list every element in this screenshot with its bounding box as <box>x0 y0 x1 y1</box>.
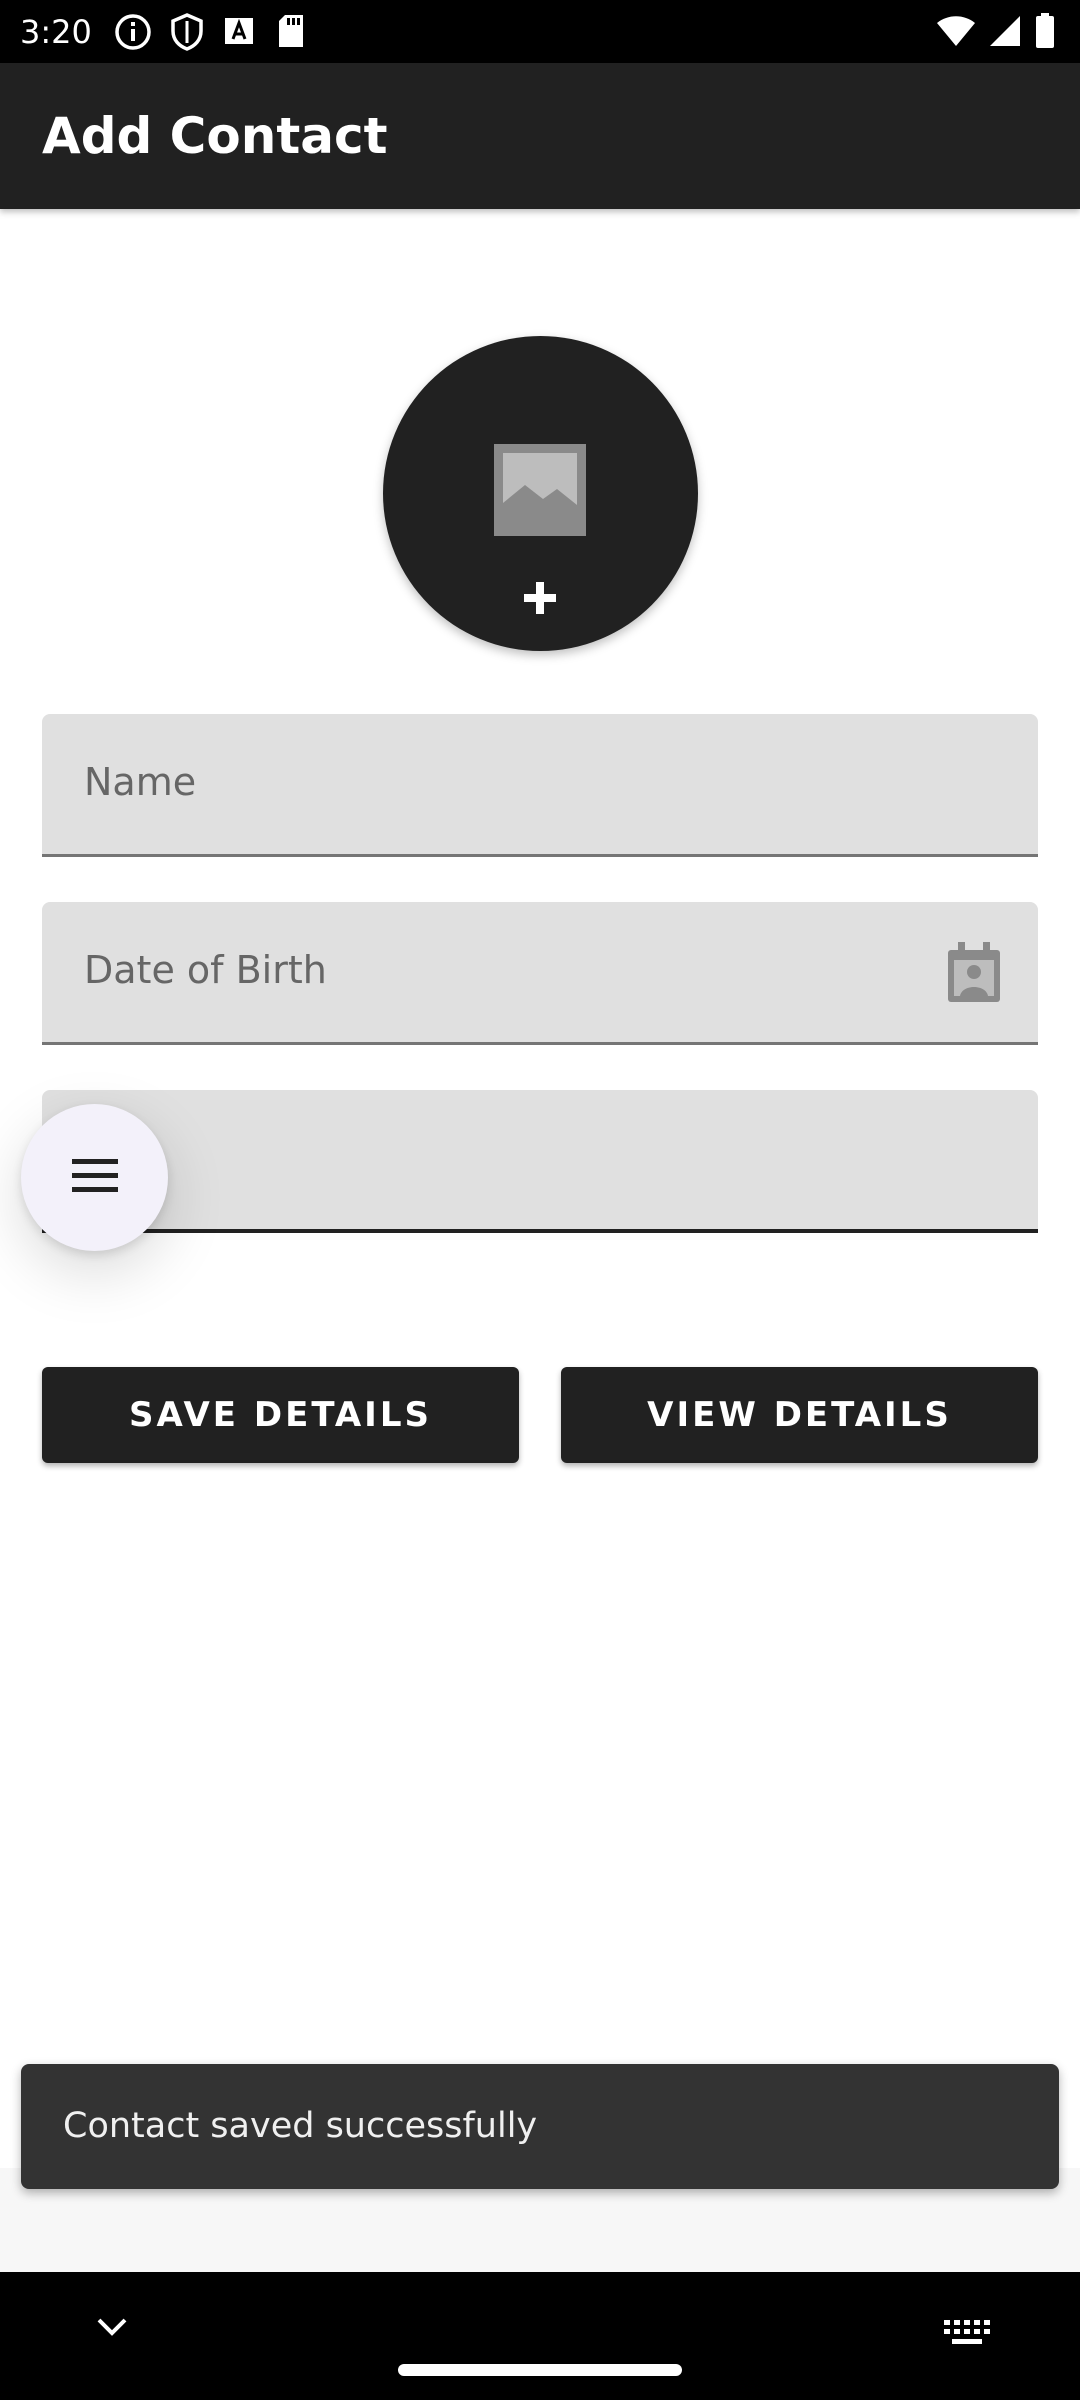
menu-fab[interactable] <box>21 1104 168 1251</box>
status-bar: 3:20 <box>0 0 1080 63</box>
page-title: Add Contact <box>42 107 388 165</box>
status-time: 3:20 <box>20 13 92 51</box>
a-icon <box>225 18 253 44</box>
battery-icon <box>1036 13 1054 48</box>
snackbar-message: Contact saved successfully <box>63 2106 538 2146</box>
menu-icon <box>72 1159 118 1192</box>
email-field[interactable]: il <box>42 1090 1038 1233</box>
sd-card-icon <box>279 15 303 47</box>
status-icons-right <box>936 13 1056 49</box>
save-details-button[interactable]: SAVE DETAILS <box>42 1367 519 1463</box>
home-handle[interactable] <box>398 2364 682 2376</box>
info-icon <box>115 14 151 50</box>
view-details-button[interactable]: VIEW DETAILS <box>561 1367 1038 1463</box>
calendar-icon[interactable] <box>946 942 1002 1004</box>
keyboard-icon[interactable] <box>944 2320 990 2346</box>
signal-icon <box>990 16 1020 46</box>
name-placeholder: Name <box>84 760 197 804</box>
wifi-icon <box>937 16 975 46</box>
status-icons-left <box>114 13 306 51</box>
chevron-down-icon[interactable] <box>96 2316 128 2338</box>
app-bar: Add Contact <box>0 63 1080 209</box>
dob-field[interactable]: Date of Birth <box>42 902 1038 1045</box>
contact-photo-button[interactable] <box>383 336 698 651</box>
plus-icon <box>524 582 556 614</box>
navigation-bar <box>0 2272 1080 2400</box>
image-icon <box>494 444 586 536</box>
dob-placeholder: Date of Birth <box>84 948 327 992</box>
name-field[interactable]: Name <box>42 714 1038 857</box>
snackbar: Contact saved successfully <box>21 2064 1059 2189</box>
shield-icon <box>171 13 203 51</box>
